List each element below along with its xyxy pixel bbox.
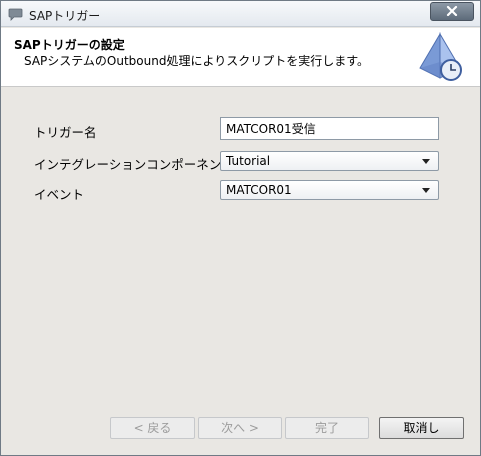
page-title: SAPトリガーの設定 xyxy=(14,38,125,52)
title-bar[interactable]: SAPトリガー xyxy=(1,1,480,27)
finish-button[interactable]: 完了 xyxy=(285,417,369,439)
integration-component-label: インテグレーションコンポーネント xyxy=(34,157,234,172)
trigger-name-label: トリガー名 xyxy=(34,125,97,140)
trigger-name-input[interactable] xyxy=(220,117,439,140)
speech-bubble-icon xyxy=(8,7,23,22)
window-title: SAPトリガー xyxy=(29,9,101,23)
event-select[interactable]: MATCOR01 xyxy=(220,180,439,200)
integration-component-select[interactable]: Tutorial xyxy=(220,151,439,171)
back-button[interactable]: < 戻る xyxy=(110,417,195,439)
page-subtitle: SAPシステムのOutbound処理によりスクリプトを実行します。 xyxy=(24,54,370,68)
close-button[interactable] xyxy=(430,2,474,21)
header-panel: SAPトリガーの設定 SAPシステムのOutbound処理によりスクリプトを実行… xyxy=(1,28,480,87)
cancel-button[interactable]: 取消し xyxy=(379,417,464,439)
dialog-window: SAPトリガー SAPトリガーの設定 SAPシステムのOutbound処理により… xyxy=(0,0,481,456)
pyramid-clock-icon xyxy=(416,32,468,84)
next-button[interactable]: 次へ > xyxy=(198,417,282,439)
event-value: MATCOR01 xyxy=(226,183,292,197)
integration-component-value: Tutorial xyxy=(226,154,271,168)
close-icon xyxy=(446,5,458,19)
chevron-down-icon xyxy=(422,188,430,193)
event-label: イベント xyxy=(34,187,85,202)
chevron-down-icon xyxy=(422,159,430,164)
